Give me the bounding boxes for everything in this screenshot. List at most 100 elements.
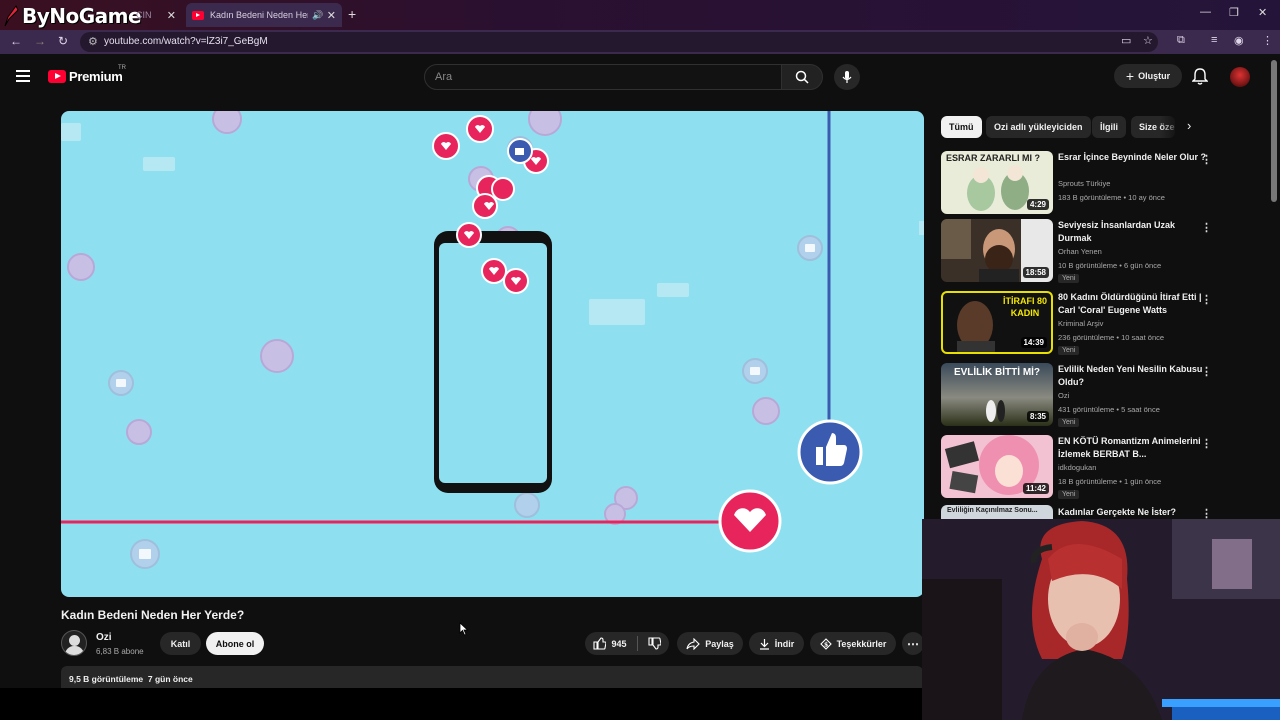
browser-tab-active[interactable]: Kadın Bedeni Neden Her Yerde? 🔊 ✕ <box>186 3 342 27</box>
rec-channel[interactable]: Ozi <box>1058 391 1069 400</box>
rec-channel[interactable]: Sprouts Türkiye <box>1058 179 1110 188</box>
search-input[interactable]: Ara <box>424 64 782 90</box>
more-vert-icon[interactable]: ⋮ <box>1201 293 1212 306</box>
recommendation-item[interactable]: ESRAR ZARARLI MI ? 4:29 Esrar İçince Bey… <box>941 151 1212 217</box>
channel-name[interactable]: Ozi <box>96 632 112 643</box>
search-placeholder: Ara <box>435 71 453 83</box>
more-vert-icon[interactable]: ⋮ <box>1201 365 1212 378</box>
browser-tab-1[interactable]: ÇIN ✕ <box>60 3 182 27</box>
rec-meta: 18 B görüntüleme • 1 gün önce <box>1058 477 1162 486</box>
recommendation-item[interactable]: 18:58 Seviyesiz İnsanlardan Uzak Durmak … <box>941 219 1212 285</box>
view-count-date: 9,5 B görüntüleme 7 gün önce <box>69 674 193 684</box>
video-thumbnail[interactable]: ESRAR ZARARLI MI ? 4:29 <box>941 151 1053 214</box>
back-arrow-icon[interactable]: ← <box>10 34 22 48</box>
recommendation-item[interactable]: EVLİLİK BİTTİ Mİ? 8:35 Evlilik Neden Yen… <box>941 363 1212 429</box>
share-button[interactable]: Paylaş <box>677 632 743 655</box>
chip-from-uploader[interactable]: Ozi adlı yükleyiciden <box>986 116 1091 138</box>
download-button[interactable]: İndir <box>749 632 804 655</box>
profile-icon[interactable]: ◉ <box>1234 34 1244 47</box>
rec-title[interactable]: Evlilik Neden Yeni Nesilin Kabusu Oldu? <box>1058 363 1210 389</box>
rec-channel[interactable]: Kriminal Arşiv <box>1058 319 1103 328</box>
subscribe-button[interactable]: Abone ol <box>206 632 264 655</box>
more-vert-icon[interactable]: ⋮ <box>1201 153 1212 166</box>
duration-badge: 8:35 <box>1026 411 1049 422</box>
thanks-button[interactable]: $ Teşekkürler <box>810 632 896 655</box>
reading-list-icon[interactable]: ≡ <box>1211 34 1217 46</box>
video-player[interactable] <box>61 111 924 597</box>
search-button[interactable] <box>781 64 823 90</box>
like-dislike-group: 945 <box>585 632 669 655</box>
notification-bell-icon[interactable] <box>1192 68 1208 85</box>
rec-meta: 10 B görüntüleme • 6 gün önce <box>1058 261 1162 270</box>
rec-title[interactable]: EN KÖTÜ Romantizm Animelerini İzlemek BE… <box>1058 435 1210 461</box>
svg-text:$: $ <box>824 641 828 648</box>
reload-icon[interactable]: ↻ <box>58 34 68 48</box>
share-arrow-icon <box>686 637 701 650</box>
join-button[interactable]: Katıl <box>160 632 201 655</box>
more-actions-icon[interactable]: ⋯ <box>902 632 924 655</box>
speaker-icon[interactable]: 🔊 <box>312 10 323 21</box>
rec-channel[interactable]: Orhan Yenen <box>1058 247 1102 256</box>
video-title: Kadın Bedeni Neden Her Yerde? <box>61 608 245 622</box>
channel-avatar[interactable] <box>61 630 87 656</box>
rec-channel[interactable]: idkdogukan <box>1058 463 1096 472</box>
voice-search-button[interactable] <box>834 64 860 90</box>
hamburger-menu-icon[interactable] <box>16 70 30 82</box>
duration-badge: 18:58 <box>1022 267 1049 278</box>
chip-related[interactable]: İlgili <box>1092 116 1126 138</box>
youtube-premium-logo[interactable]: Premium TR <box>48 65 126 84</box>
rec-title[interactable]: Seviyesiz İnsanlardan Uzak Durmak <box>1058 219 1210 245</box>
more-vert-icon[interactable]: ⋮ <box>1201 437 1212 450</box>
super-thanks-icon: $ <box>819 637 832 650</box>
webcam-overlay <box>922 519 1280 720</box>
chevron-right-icon[interactable]: › <box>1187 118 1191 133</box>
description-box[interactable]: 9,5 B görüntüleme 7 gün önce <box>61 666 923 688</box>
rec-title[interactable]: Esrar İçince Beyninde Neler Olur ? <box>1058 151 1210 164</box>
rec-meta: 183 B görüntüleme • 10 ay önce <box>1058 193 1165 202</box>
download-label: İndir <box>774 638 795 649</box>
cast-icon[interactable]: ▭ <box>1121 34 1131 47</box>
create-button[interactable]: + Oluştur <box>1114 64 1182 88</box>
recommendation-item[interactable]: İTİRAFI 80 KADIN 14:39 80 Kadını Öldürdü… <box>941 291 1212 357</box>
video-thumbnail[interactable]: EVLİLİK BİTTİ Mİ? 8:35 <box>941 363 1053 426</box>
youtube-favicon-icon <box>192 10 204 20</box>
logo-word: Premium <box>69 69 123 84</box>
window-close-icon[interactable]: ✕ <box>1258 6 1267 19</box>
like-count[interactable]: 945 <box>611 639 626 649</box>
close-icon[interactable]: ✕ <box>327 9 336 22</box>
restore-icon[interactable]: ❐ <box>1229 6 1239 19</box>
video-thumbnail[interactable]: İTİRAFI 80 KADIN 14:39 <box>941 291 1053 354</box>
chip-all[interactable]: Tümü <box>941 116 982 138</box>
account-avatar[interactable] <box>1230 67 1250 87</box>
browser-menu-icon[interactable]: ⋮ <box>1262 34 1273 47</box>
new-badge: Yeni <box>1058 490 1080 499</box>
thanks-label: Teşekkürler <box>836 638 887 649</box>
close-icon[interactable]: ✕ <box>167 9 176 22</box>
site-info-icon[interactable]: ⚙ <box>88 35 98 48</box>
thumbs-up-icon[interactable] <box>593 637 607 650</box>
video-thumbnail[interactable]: Evliliğin Kaçınılmaz Sonu... <box>941 505 1053 519</box>
bookmark-star-icon[interactable]: ☆ <box>1143 34 1153 47</box>
plus-icon: + <box>1125 68 1135 84</box>
rec-title[interactable]: 80 Kadını Öldürdüğünü İtiraf Etti | Carl… <box>1058 291 1210 317</box>
extensions-icon[interactable]: ⧉ <box>1177 34 1185 47</box>
microphone-icon <box>842 71 852 83</box>
video-thumbnail[interactable]: 11:42 <box>941 435 1053 498</box>
streamer-webcam-image <box>922 519 1280 720</box>
recommendation-item[interactable]: 11:42 EN KÖTÜ Romantizm Animelerini İzle… <box>941 435 1212 501</box>
mouse-cursor-icon <box>459 622 469 636</box>
new-tab-plus-icon[interactable]: + <box>348 6 356 22</box>
country-code: TR <box>118 65 126 71</box>
subscriber-count: 6,83 B abone <box>96 647 144 656</box>
thumbs-down-icon[interactable] <box>647 637 661 650</box>
share-label: Paylaş <box>705 638 734 649</box>
more-vert-icon[interactable]: ⋮ <box>1201 221 1212 234</box>
video-thumbnail[interactable]: 18:58 <box>941 219 1053 282</box>
address-bar[interactable]: ⚙ youtube.com/watch?v=lZ3i7_GeBgM <box>80 32 1158 52</box>
recommendation-item[interactable]: Evliliğin Kaçınılmaz Sonu... Kadınlar Ge… <box>941 505 1212 520</box>
forward-arrow-icon[interactable]: → <box>34 34 46 48</box>
create-label: Oluştur <box>1138 71 1171 81</box>
rec-title[interactable]: Kadınlar Gerçekte Ne İster? <box>1058 507 1176 517</box>
page-scrollbar[interactable] <box>1271 60 1277 202</box>
minimize-icon[interactable]: — <box>1200 6 1211 18</box>
